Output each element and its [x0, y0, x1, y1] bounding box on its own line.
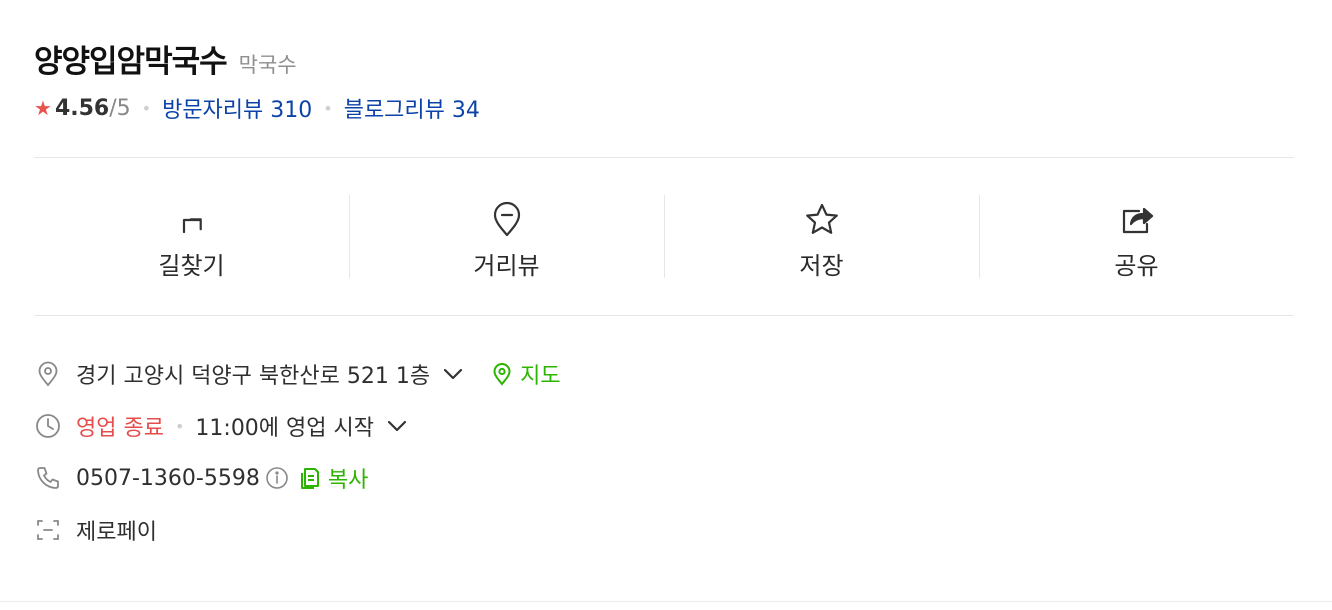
map-label: 지도: [520, 364, 561, 389]
share-button[interactable]: 공유: [979, 158, 1294, 315]
chevron-down-icon[interactable]: [440, 361, 466, 387]
street-view-button[interactable]: 거리뷰: [349, 158, 664, 315]
hours-row: 영업 종료 • 11:00에 영업 시작: [34, 400, 1294, 452]
copy-icon: [300, 468, 319, 489]
scan-pay-icon: [37, 520, 59, 540]
directions-button[interactable]: 길찾기: [34, 158, 349, 315]
street-view-icon: [493, 201, 520, 237]
action-bar: 길찾기 거리뷰 저장 공유: [34, 158, 1294, 315]
street-view-label: 거리뷰: [473, 252, 540, 280]
rating-max: /5: [109, 95, 131, 121]
address-text: 경기 고양시 덕양구 북한산로 521 1층: [76, 364, 431, 389]
payment-row: 제로페이: [34, 504, 1294, 556]
save-label: 저장: [799, 252, 844, 280]
phone-number[interactable]: 0507-1360-5598: [76, 466, 260, 491]
directions-icon: [182, 218, 202, 234]
star-filled-icon: ★: [34, 96, 52, 120]
place-name: 양양입암막국수: [34, 44, 228, 80]
opening-hours: 11:00에 영업 시작: [195, 416, 374, 441]
title-row: 양양입암막국수 막국수: [34, 36, 1294, 84]
star-outline-icon: [805, 203, 838, 234]
copy-label: 복사: [327, 468, 369, 493]
chevron-down-icon[interactable]: [384, 413, 410, 439]
separator-dot: •: [174, 416, 185, 436]
info-circle-icon[interactable]: [264, 465, 290, 491]
clock-icon: [36, 414, 60, 438]
address-row: 경기 고양시 덕양구 북한산로 521 1층 지도: [34, 348, 1294, 400]
info-list: 경기 고양시 덕양구 북한산로 521 1층 지도 영업 종료 • 11:00에…: [34, 348, 1294, 556]
location-pin-icon: [38, 361, 58, 387]
rating-row: ★ 4.56 /5 • 방문자리뷰 310 • 블로그리뷰 34: [34, 86, 1294, 130]
rating-score: 4.56: [54, 95, 110, 121]
divider: [34, 315, 1294, 316]
share-icon: [1122, 207, 1153, 234]
map-link[interactable]: 지도: [490, 358, 561, 390]
copy-phone-button[interactable]: 복사: [298, 462, 368, 494]
phone-icon: [37, 467, 59, 489]
place-category: 막국수: [238, 53, 297, 77]
share-label: 공유: [1114, 252, 1159, 280]
separator-dot: •: [323, 98, 333, 118]
save-button[interactable]: 저장: [664, 158, 979, 315]
phone-row: 0507-1360-5598 복사: [34, 452, 1294, 504]
visitor-review-link[interactable]: 방문자리뷰 310: [162, 92, 312, 124]
bottom-divider: [0, 601, 1332, 602]
business-status: 영업 종료: [76, 416, 164, 441]
directions-label: 길찾기: [158, 252, 225, 280]
place-header: 양양입암막국수 막국수 ★ 4.56 /5 • 방문자리뷰 310 • 블로그리…: [34, 36, 1294, 130]
payment-method: 제로페이: [76, 520, 157, 545]
separator-dot: •: [141, 98, 152, 118]
blog-review-link[interactable]: 블로그리뷰 34: [344, 92, 480, 124]
map-pin-icon: [493, 363, 511, 386]
